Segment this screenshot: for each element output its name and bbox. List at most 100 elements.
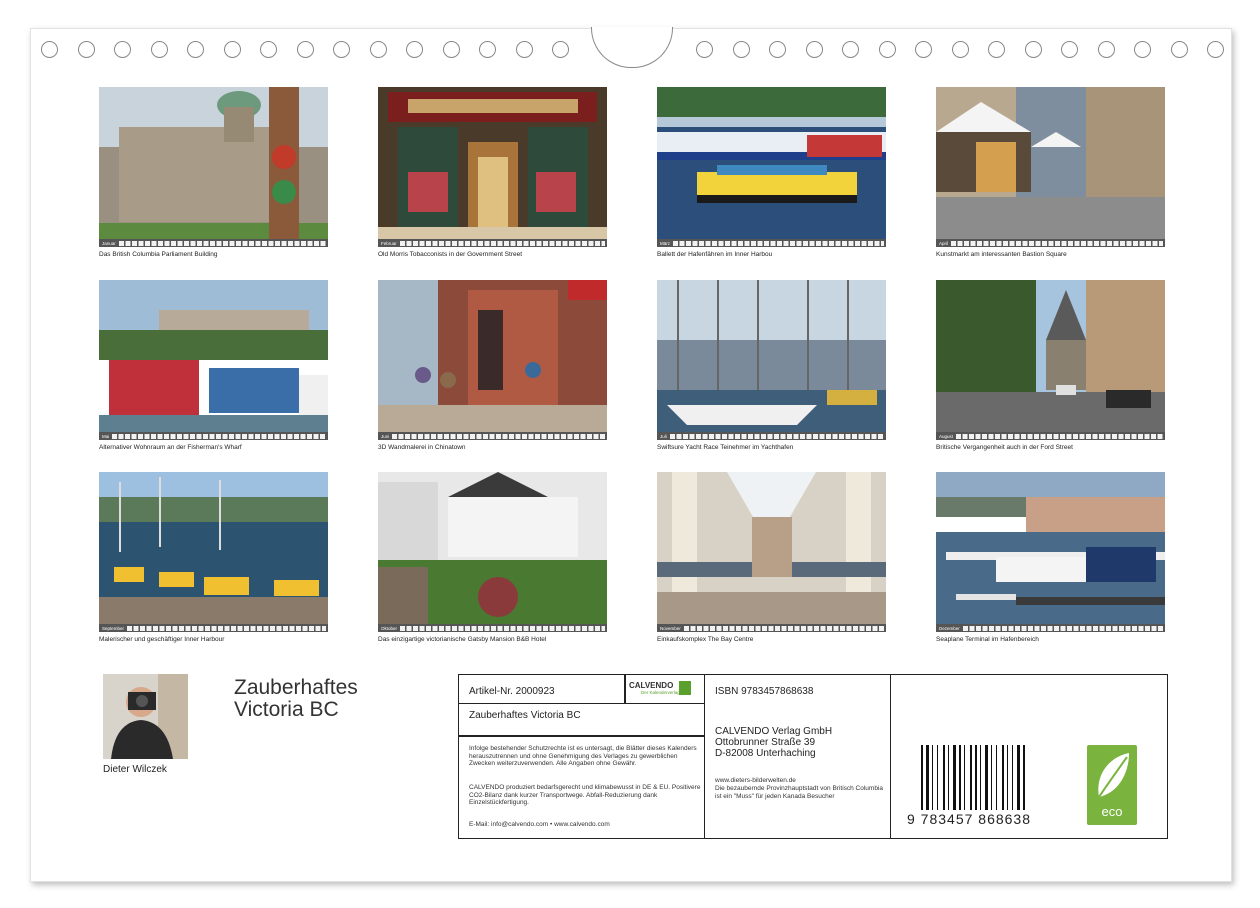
gatsby-mansion-image — [378, 472, 607, 624]
barcode-bar — [921, 745, 923, 810]
calendar-strip: März — [657, 239, 886, 247]
calendar-strip: Februar — [378, 239, 607, 247]
hanger-notch — [591, 27, 673, 68]
month-thumbnail-11: November — [657, 472, 886, 634]
month-caption-12: Seaplane Terminal im Hafenbereich — [936, 636, 1039, 643]
barcode-bar — [926, 745, 929, 810]
barcode-bar — [980, 745, 981, 810]
isbn: ISBN 9783457868638 — [715, 686, 814, 697]
month-caption-2: Old Morris Tobacconists in der Governmen… — [378, 251, 523, 258]
month-thumbnail-7: Juli — [657, 280, 886, 442]
barcode-bar — [937, 745, 938, 810]
calendar-title: Zauberhaftes Victoria BC — [234, 677, 454, 721]
month-caption-5: Alternativer Wohnraum an der Fisherman's… — [99, 444, 242, 451]
calvendo-logo-subtitle: Der Kalenderverlag — [641, 690, 680, 695]
calendar-strip: Dezember — [936, 624, 1165, 632]
month-name: November — [660, 625, 681, 631]
barcode-bar — [991, 745, 992, 810]
month-thumbnail-12: Dezember — [936, 472, 1165, 634]
month-caption-8: Britische Vergangenheit auch in der Ford… — [936, 444, 1073, 451]
binding-hole — [260, 41, 277, 58]
barcode-bar — [948, 745, 949, 810]
eco-badge: eco — [1087, 745, 1137, 825]
calendar-strip: April — [936, 239, 1165, 247]
month-thumbnail-1: Januar — [99, 87, 328, 249]
title-line-2: Victoria BC — [234, 698, 339, 721]
ean-number: 9 783457 868638 — [907, 811, 1031, 827]
month-thumbnail-8: August — [936, 280, 1165, 442]
barcode-bar — [943, 745, 945, 810]
binding-hole — [552, 41, 569, 58]
binding-hole — [41, 41, 58, 58]
barcode-bar — [964, 745, 965, 810]
month-name: September — [102, 625, 125, 631]
barcode-bar — [953, 745, 956, 810]
binding-hole — [479, 41, 496, 58]
month-thumbnail-4: April — [936, 87, 1165, 249]
month-name: Dezember — [939, 625, 960, 631]
binding-hole — [114, 41, 131, 58]
article-number: Artikel-Nr. 2000923 — [469, 686, 555, 697]
binding-hole — [842, 41, 859, 58]
binding-hole — [77, 41, 95, 58]
calvendo-logo-icon — [679, 681, 691, 695]
chinatown-mural-image — [378, 280, 607, 432]
binding-hole — [296, 41, 314, 58]
binding-hole — [1024, 41, 1042, 58]
binding-hole — [696, 41, 713, 58]
month-name: März — [660, 240, 670, 246]
parliament-building-image — [99, 87, 328, 239]
photographer-image — [103, 674, 188, 759]
binding-hole — [1170, 41, 1188, 58]
month-name: Mai — [102, 433, 110, 439]
calendar-strip: September — [99, 624, 328, 632]
barcode-bar — [970, 745, 972, 810]
calendar-strip: Januar — [99, 239, 328, 247]
seaplane-image — [936, 472, 1165, 624]
info-column-middle: ISBN 9783457868638 CALVENDO Verlag GmbH … — [705, 675, 891, 838]
binding-hole — [515, 41, 533, 58]
binding-hole — [988, 41, 1005, 58]
calvendo-logo: CALVENDO — [629, 681, 674, 690]
barcode-bar — [1002, 745, 1004, 810]
binding-hole — [951, 41, 969, 58]
month-name: Juni — [381, 433, 390, 439]
binding-hole — [333, 41, 350, 58]
info-column-left: Artikel-Nr. 2000923 CALVENDO Der Kalende… — [459, 675, 705, 838]
binding-hole — [187, 41, 204, 58]
contact-info: E-Mail: info@calvendo.com • www.calvendo… — [469, 821, 610, 828]
info-column-right: 9 783457 868638 eco — [891, 675, 1167, 838]
binding-hole — [442, 41, 460, 58]
barcode-bar — [959, 745, 961, 810]
binding-hole — [223, 41, 241, 58]
binding-hole — [805, 41, 823, 58]
eco-label: eco — [1101, 804, 1123, 819]
month-thumbnail-5: Mai — [99, 280, 328, 442]
harbour-ferries-image — [657, 87, 886, 239]
eco-production-note: CALVENDO produziert bedarfsgerecht und k… — [469, 784, 701, 806]
barcode-bar — [1007, 745, 1008, 810]
product-info-box: Artikel-Nr. 2000923 CALVENDO Der Kalende… — [458, 674, 1168, 839]
legal-notice: Infolge bestehender Schutzrechte ist es … — [469, 745, 697, 767]
binding-hole — [406, 41, 423, 58]
calendar-back-sheet: Januar Das British Columbia Parliament B… — [30, 27, 1232, 882]
binding-hole — [369, 41, 387, 58]
month-thumbnail-9: September — [99, 472, 328, 634]
month-caption-3: Ballett der Hafenfähren im Inner Harbou — [657, 251, 773, 258]
calendar-strip: Juni — [378, 432, 607, 440]
art-market-image — [936, 87, 1165, 239]
fort-street-image — [936, 280, 1165, 432]
calendar-strip: Mai — [99, 432, 328, 440]
month-name: Oktober — [381, 625, 398, 631]
publisher-city: D-82008 Unterhaching — [715, 748, 816, 759]
month-name: Februar — [381, 240, 397, 246]
binding-hole — [1061, 41, 1078, 58]
float-homes-image — [99, 280, 328, 432]
calendar-strip: Juli — [657, 432, 886, 440]
month-thumbnail-3: März — [657, 87, 886, 249]
month-caption-6: 3D Wandmalerei in Chinatown — [378, 444, 466, 451]
month-name: August — [939, 433, 954, 439]
binding-hole — [1134, 41, 1151, 58]
barcode-bar — [1012, 745, 1013, 810]
binding-hole — [150, 41, 168, 58]
